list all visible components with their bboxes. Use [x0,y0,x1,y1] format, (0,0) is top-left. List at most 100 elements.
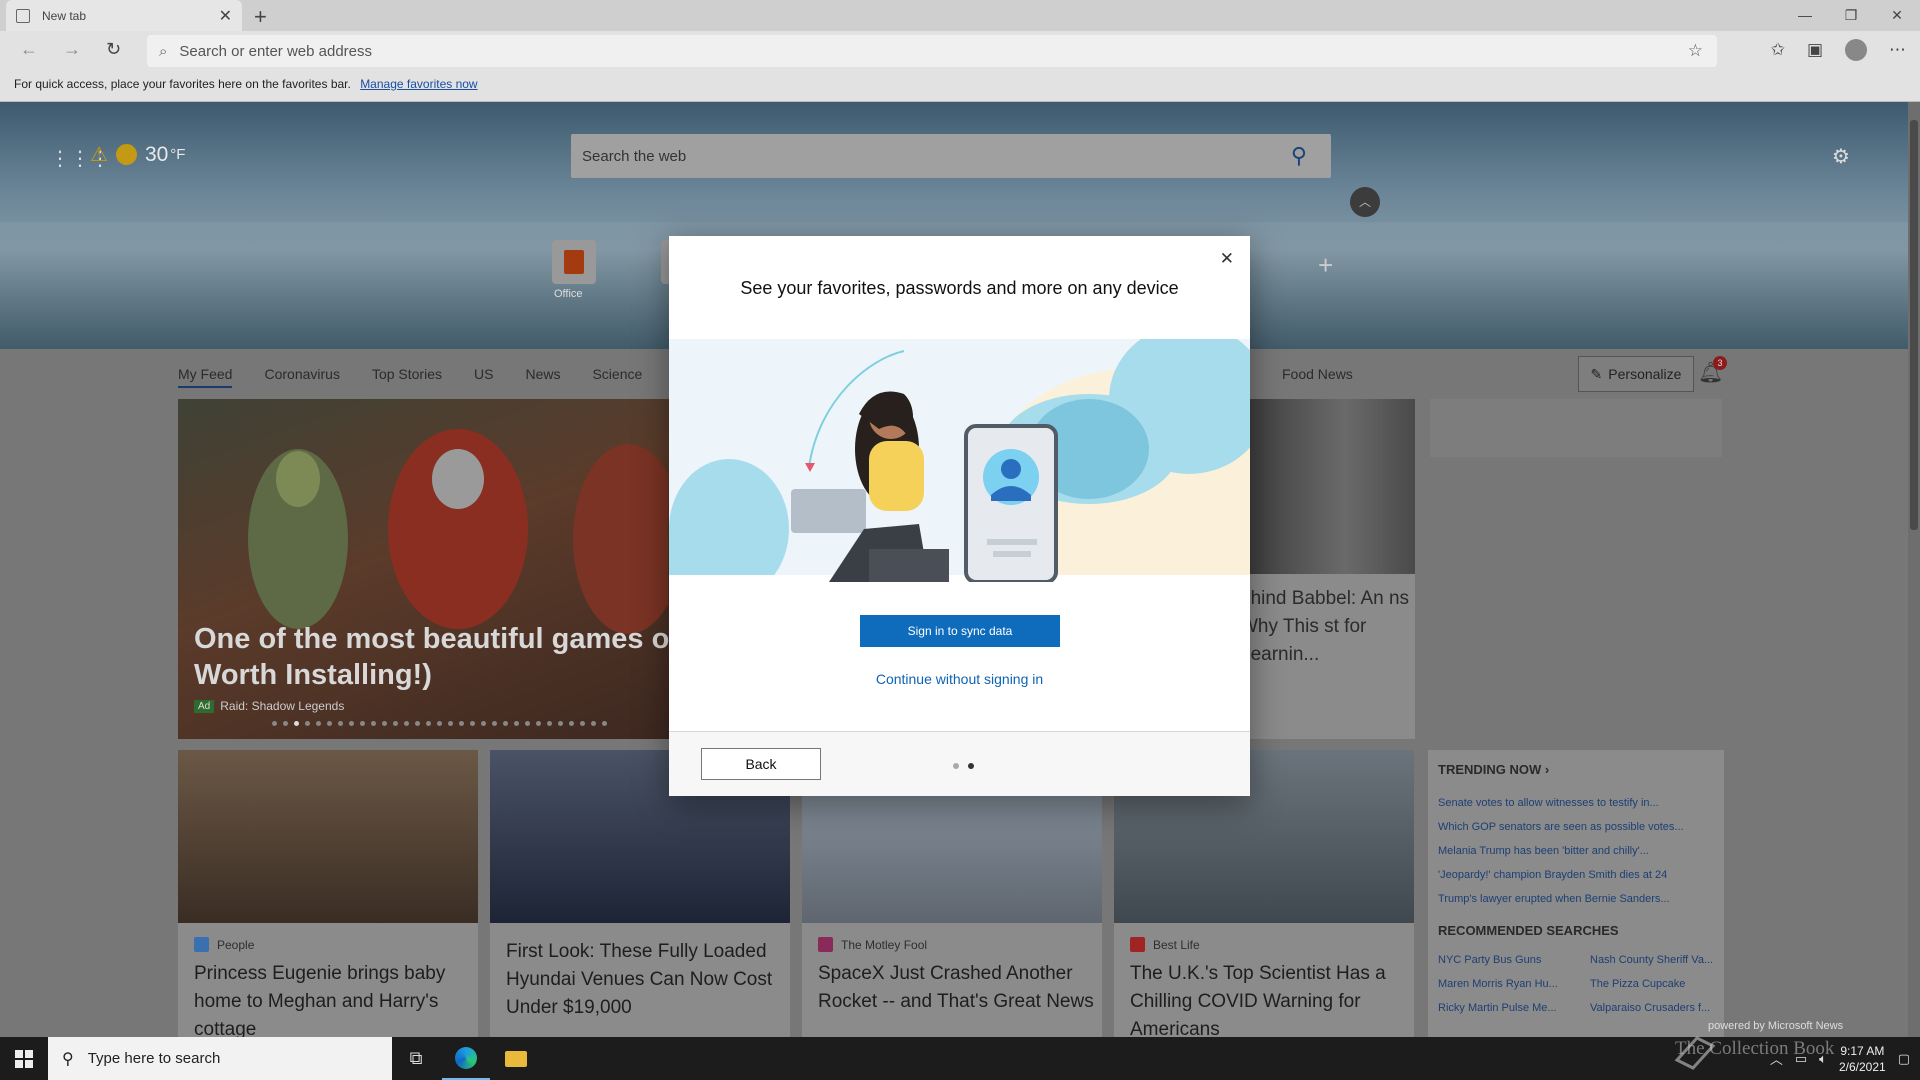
article-source: Best Life [1130,937,1200,952]
weather-temperature: 30 [144,142,169,166]
refresh-icon[interactable]: ↻ [106,39,121,60]
tab-new-tab[interactable]: New tab ✕ [6,0,242,31]
source-logo-icon [818,937,833,952]
article-source: People [194,937,254,952]
tab-us[interactable]: US [474,366,493,388]
trending-title[interactable]: TRENDING NOW › [1438,762,1714,777]
tab-science[interactable]: Science [592,366,642,388]
restore-icon[interactable]: ❐ [1828,0,1874,31]
tab-top-stories[interactable]: Top Stories [372,366,442,388]
article-source: The Motley Fool [818,937,927,952]
gear-icon[interactable]: ⚙ [1832,144,1850,169]
hero-source-name: Raid: Shadow Legends [220,699,345,713]
page-scrollbar[interactable] [1908,102,1920,1037]
back-button[interactable]: Back [701,748,821,780]
taskbar-search-box[interactable]: ⚲ Type here to search [48,1037,392,1080]
powered-by-label: powered by Microsoft News [1708,1020,1844,1032]
trending-item[interactable]: Senate votes to allow witnesses to testi… [1438,791,1714,815]
hero-article-title: One of the most beautiful games of 2 Wor… [194,623,670,691]
tab-title: New tab [42,8,87,23]
sign-in-sync-button[interactable]: Sign in to sync data [860,615,1060,647]
edge-logo-icon [455,1046,477,1069]
forward-arrow-icon[interactable]: → [63,39,81,60]
more-options-icon[interactable]: ⋯ [1889,40,1906,60]
collections-icon[interactable]: ▣ [1807,40,1823,60]
carousel-dots[interactable] [272,721,607,726]
recommended-item[interactable]: Ricky Martin Pulse Me... [1438,996,1578,1020]
recommended-item[interactable]: Valparaiso Crusaders f... [1590,996,1730,1020]
personalize-button[interactable]: ✎ Personalize [1578,356,1694,392]
trending-item[interactable]: Trump's lawyer erupted when Bernie Sande… [1438,887,1714,911]
address-placeholder: Search or enter web address [179,42,373,60]
search-icon: ⌕ [159,42,168,60]
sync-dialog: ✕ See your favorites, passwords and more… [669,236,1250,796]
edge-app-icon[interactable] [442,1037,490,1080]
hero-article-card[interactable]: One of the most beautiful games of 2 Wor… [178,399,670,739]
trending-item[interactable]: Melania Trump has been 'bitter and chill… [1438,839,1714,863]
manage-favorites-link[interactable]: Manage favorites now [360,77,477,91]
file-explorer-icon[interactable] [492,1037,540,1080]
recommended-item[interactable]: NYC Party Bus Guns [1438,948,1578,972]
quick-link-office[interactable] [552,240,596,284]
source-logo-icon [1130,937,1145,952]
minimize-icon[interactable]: — [1782,0,1828,31]
tab-coronavirus[interactable]: Coronavirus [264,366,339,388]
article-image [178,750,478,923]
dialog-footer: Back [669,731,1250,796]
favorites-icon[interactable]: ✩ [1771,40,1785,60]
back-arrow-icon[interactable]: ← [20,39,38,60]
window-controls: — ❐ ✕ [1782,0,1920,31]
search-icon: ⚲ [62,1050,74,1068]
watermark-text: The Collection Book [1675,1038,1835,1059]
trending-item[interactable]: Which GOP senators are seen as possible … [1438,815,1714,839]
web-search-box[interactable]: Search the web ⚲ [571,134,1331,178]
babbel-article-title: ehind Babbel: An ns Why This st for Lear… [1240,588,1410,665]
article-title: The U.K.'s Top Scientist Has a Chilling … [1130,963,1386,1037]
recommended-item[interactable]: Nash County Sheriff Va... [1590,948,1730,972]
scrollbar-thumb[interactable] [1910,120,1918,530]
profile-avatar[interactable] [1845,39,1867,61]
notification-badge: 3 [1713,356,1727,370]
favorites-bar: For quick access, place your favorites h… [0,71,1920,102]
chevron-up-icon[interactable]: ︿ [1350,187,1380,217]
pencil-icon: ✎ [1590,365,1603,382]
close-tab-icon[interactable]: ✕ [219,6,232,26]
article-card[interactable]: People Princess Eugenie brings baby home… [178,750,478,1037]
tab-news[interactable]: News [525,366,560,388]
new-tab-button[interactable]: + [254,4,267,30]
recommended-item[interactable]: The Pizza Cupcake [1590,972,1730,996]
task-view-icon[interactable]: ⧉ [392,1037,440,1080]
close-window-icon[interactable]: ✕ [1874,0,1920,31]
article-title: Princess Eugenie brings baby home to Meg… [194,963,446,1037]
article-title: SpaceX Just Crashed Another Rocket -- an… [818,963,1094,1012]
search-icon[interactable]: ⚲ [1291,143,1307,169]
address-bar[interactable]: ⌕ Search or enter web address ☆ [147,35,1717,67]
step-dot [953,763,959,769]
sun-icon [115,144,137,165]
source-logo-icon [194,937,209,952]
add-quick-link-icon[interactable]: + [1318,250,1333,281]
notifications-icon[interactable]: ▢ [1898,1051,1910,1067]
page-icon [16,8,30,23]
sync-illustration [669,339,1250,582]
babbel-article-card[interactable]: ehind Babbel: An ns Why This st for Lear… [1240,399,1415,739]
recommended-item[interactable]: Maren Morris Ryan Hu... [1438,972,1578,996]
taskbar-clock[interactable]: 9:17 AM 2/6/2021 [1839,1043,1886,1075]
close-icon[interactable]: ✕ [1220,249,1234,269]
web-search-placeholder: Search the web [582,147,687,165]
favorite-star-icon[interactable]: ☆ [1688,41,1703,61]
toolbar-icons: ✩ ▣ ⋯ [1771,39,1906,61]
tab-food-news[interactable]: Food News [1282,366,1353,382]
feed-tabs: My Feed Coronavirus Top Stories US News … [178,366,642,388]
tab-my-feed[interactable]: My Feed [178,366,233,388]
folder-icon [505,1050,527,1067]
article-title: First Look: These Fully Loaded Hyundai V… [506,941,773,1018]
windows-start-icon[interactable] [0,1037,48,1080]
personalize-label: Personalize [1608,366,1682,382]
step-indicator [953,763,974,769]
trending-item[interactable]: 'Jeopardy!' champion Brayden Smith dies … [1438,863,1714,887]
side-panel [1430,399,1722,457]
tab-strip: New tab ✕ + — ❐ ✕ [0,0,1920,31]
weather-widget[interactable]: ⚠ 30 °F [90,142,185,167]
continue-without-signing-link[interactable]: Continue without signing in [669,671,1250,687]
